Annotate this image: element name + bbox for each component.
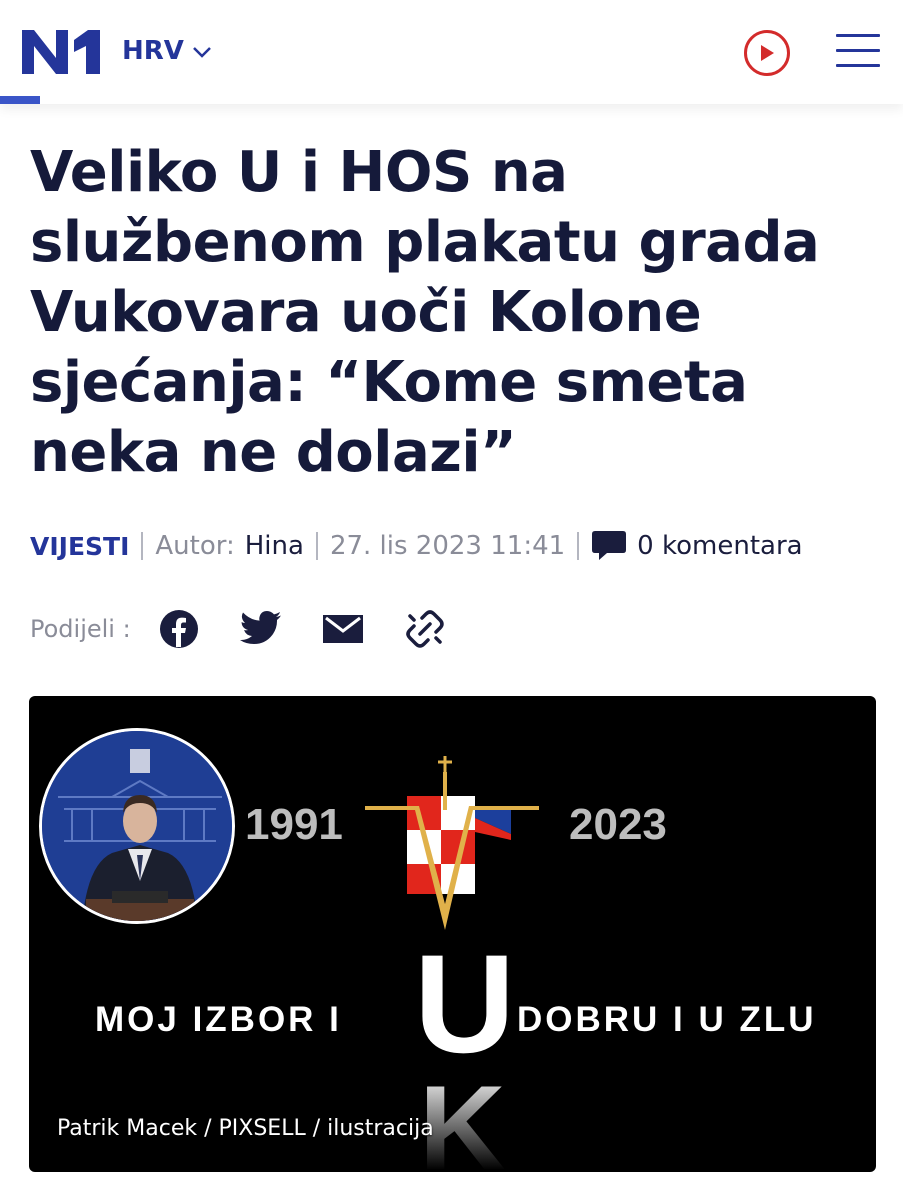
slogan-left: MOJ IZBOR I [95, 1000, 342, 1039]
twitter-icon[interactable] [237, 605, 285, 653]
play-circle-icon [761, 45, 774, 61]
year-start: 1991 [245, 800, 343, 849]
article-title: Veliko U i HOS na službenom plakatu grad… [30, 140, 820, 485]
veterans-emblem [365, 756, 539, 930]
comments-count: 0 komentara [637, 531, 803, 561]
region-selector[interactable]: HRV [122, 36, 212, 66]
link-icon[interactable] [401, 605, 449, 653]
divider [141, 532, 144, 560]
article-hero-image[interactable]: 1991 2023 MOJ IZBOR I U DOBRU I U ZLU K … [29, 696, 876, 1172]
publish-date: 27. lis 2023 11:41 [329, 531, 566, 561]
divider [315, 532, 318, 560]
category-link[interactable]: VIJESTI [30, 532, 129, 561]
share-label: Podijeli : [30, 615, 131, 643]
site-header: HRV [0, 0, 903, 104]
email-icon[interactable] [319, 605, 367, 653]
author-label: Autor: [155, 531, 235, 561]
facebook-icon[interactable] [155, 605, 203, 653]
play-button[interactable] [744, 30, 790, 76]
slogan-right: DOBRU I U ZLU [517, 1000, 817, 1039]
region-label: HRV [122, 36, 184, 66]
author-name[interactable]: Hina [245, 531, 304, 561]
year-end: 2023 [569, 800, 667, 849]
divider [577, 532, 580, 560]
active-tab-indicator [0, 96, 40, 104]
article-meta: VIJESTI Autor: Hina 27. lis 2023 11:41 0… [30, 526, 803, 566]
chevron-down-icon [193, 47, 211, 58]
photo-credit: Patrik Macek / PIXSELL / ilustracija [57, 1116, 434, 1141]
comments-link[interactable]: 0 komentara [591, 529, 803, 563]
share-bar: Podijeli : [30, 604, 483, 654]
letter-u: U [414, 925, 516, 1082]
comment-bubble-icon [592, 531, 627, 560]
hamburger-menu-icon[interactable] [836, 34, 880, 70]
speaker-portrait [39, 728, 235, 924]
n1-logo[interactable] [22, 28, 102, 74]
